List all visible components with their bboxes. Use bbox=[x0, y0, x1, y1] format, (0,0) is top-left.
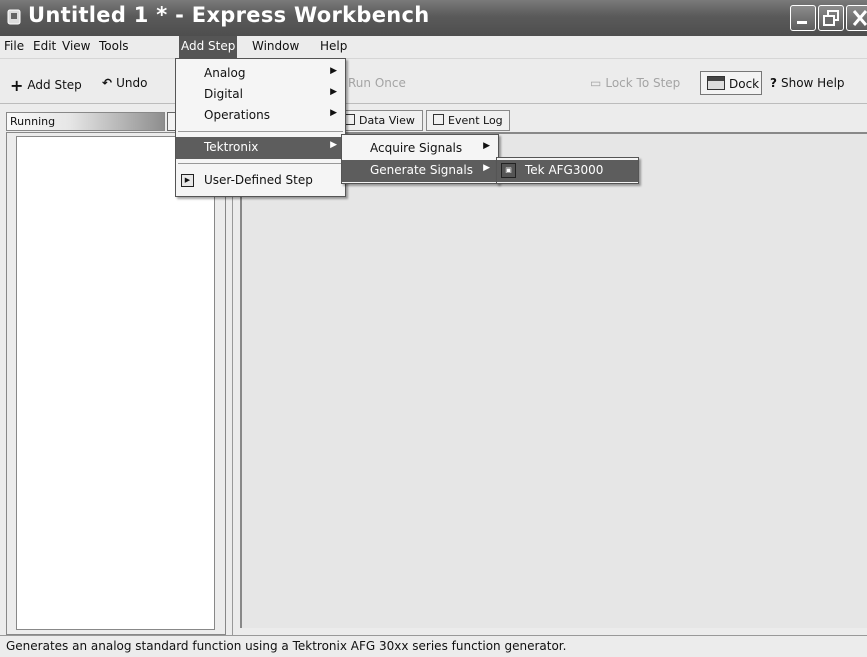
step-list-panel[interactable] bbox=[16, 136, 215, 630]
close-icon bbox=[852, 10, 867, 26]
menu-item-acquire-signals[interactable]: Acquire Signals ▶ bbox=[342, 138, 498, 160]
menu-separator bbox=[178, 131, 343, 132]
dock-label: Dock bbox=[729, 77, 760, 91]
minimize-icon bbox=[797, 21, 807, 24]
menu-view[interactable]: View bbox=[62, 39, 90, 53]
menu-window[interactable]: Window bbox=[252, 39, 299, 53]
dock-icon bbox=[707, 76, 725, 90]
undo-icon: ↶ bbox=[102, 76, 113, 90]
show-help-label: Show Help bbox=[780, 76, 845, 90]
running-indicator: Running bbox=[6, 112, 165, 131]
app-icon bbox=[7, 9, 21, 25]
add-step-label: Add Step bbox=[27, 78, 82, 92]
submenu-arrow-icon: ▶ bbox=[483, 141, 490, 151]
menu-tools[interactable]: Tools bbox=[99, 39, 129, 53]
menu-item-generate-signals[interactable]: Generate Signals ▶ bbox=[342, 160, 498, 182]
toolbar: + Add Step ↶ Undo Run Once ▭ Lock To Step D… bbox=[0, 58, 867, 104]
run-once-label: Run Once bbox=[348, 76, 406, 90]
undo-label: Undo bbox=[116, 76, 148, 90]
show-help-button[interactable]: ? Show Help bbox=[770, 76, 845, 90]
generate-signals-submenu: ▣ Tek AFG3000 bbox=[496, 157, 639, 184]
menu-edit[interactable]: Edit bbox=[33, 39, 56, 53]
tektronix-submenu: Acquire Signals ▶ Generate Signals ▶ bbox=[341, 134, 499, 184]
restore-icon bbox=[823, 10, 839, 26]
submenu-arrow-icon: ▶ bbox=[483, 163, 490, 173]
add-step-menu: Analog ▶ Digital ▶ Operations ▶ Tektroni… bbox=[175, 58, 346, 197]
status-bar: Generates an analog standard function us… bbox=[0, 635, 867, 657]
menu-item-operations[interactable]: Operations ▶ bbox=[176, 105, 345, 127]
dock-button[interactable]: Dock bbox=[700, 71, 762, 95]
menu-item-tektronix[interactable]: Tektronix ▶ bbox=[176, 137, 345, 159]
menu-item-analog[interactable]: Analog ▶ bbox=[176, 63, 345, 85]
window-title: Untitled 1 * - Express Workbench bbox=[28, 3, 430, 27]
plus-icon: + bbox=[10, 76, 24, 95]
menu-item-generate-signals-label: Generate Signals bbox=[370, 163, 473, 177]
tek-afg-icon: ▣ bbox=[501, 163, 516, 178]
menu-item-tek-afg3000[interactable]: ▣ Tek AFG3000 bbox=[497, 160, 638, 182]
menu-item-tek-afg3000-label: Tek AFG3000 bbox=[525, 163, 604, 177]
menu-separator bbox=[178, 163, 343, 164]
submenu-arrow-icon: ▶ bbox=[330, 108, 337, 118]
menu-item-digital[interactable]: Digital ▶ bbox=[176, 84, 345, 106]
main-view-panel[interactable] bbox=[240, 132, 867, 628]
submenu-arrow-icon: ▶ bbox=[330, 87, 337, 97]
menu-file[interactable]: File bbox=[4, 39, 24, 53]
minimize-button[interactable] bbox=[790, 5, 816, 31]
menu-bar: File Edit View Tools Add Step Window Hel… bbox=[0, 36, 867, 58]
submenu-arrow-icon: ▶ bbox=[330, 140, 337, 150]
help-icon: ? bbox=[770, 76, 777, 90]
menu-item-analog-label: Analog bbox=[204, 66, 246, 80]
menu-item-tektronix-label: Tektronix bbox=[204, 140, 259, 154]
menu-help[interactable]: Help bbox=[320, 39, 347, 53]
run-once-button[interactable]: Run Once bbox=[348, 76, 406, 90]
menu-item-user-defined-step[interactable]: ▶ User-Defined Step bbox=[176, 170, 345, 192]
user-defined-step-icon: ▶ bbox=[181, 174, 194, 187]
menu-item-acquire-signals-label: Acquire Signals bbox=[370, 141, 463, 155]
close-button[interactable] bbox=[846, 5, 867, 31]
event-log-icon bbox=[433, 114, 444, 125]
submenu-arrow-icon: ▶ bbox=[330, 66, 337, 76]
lock-to-step-button[interactable]: ▭ Lock To Step bbox=[590, 76, 680, 90]
menu-add-step[interactable]: Add Step bbox=[179, 36, 238, 58]
menu-item-user-defined-step-label: User-Defined Step bbox=[204, 173, 313, 187]
lock-to-step-label: Lock To Step bbox=[605, 76, 681, 90]
menu-item-operations-label: Operations bbox=[204, 108, 270, 122]
lock-icon: ▭ bbox=[590, 76, 602, 90]
add-step-button[interactable]: + Add Step bbox=[10, 76, 82, 95]
title-bar: Untitled 1 * - Express Workbench bbox=[0, 0, 867, 36]
menu-item-digital-label: Digital bbox=[204, 87, 243, 101]
restore-button[interactable] bbox=[818, 5, 844, 31]
undo-button[interactable]: ↶ Undo bbox=[102, 76, 147, 90]
